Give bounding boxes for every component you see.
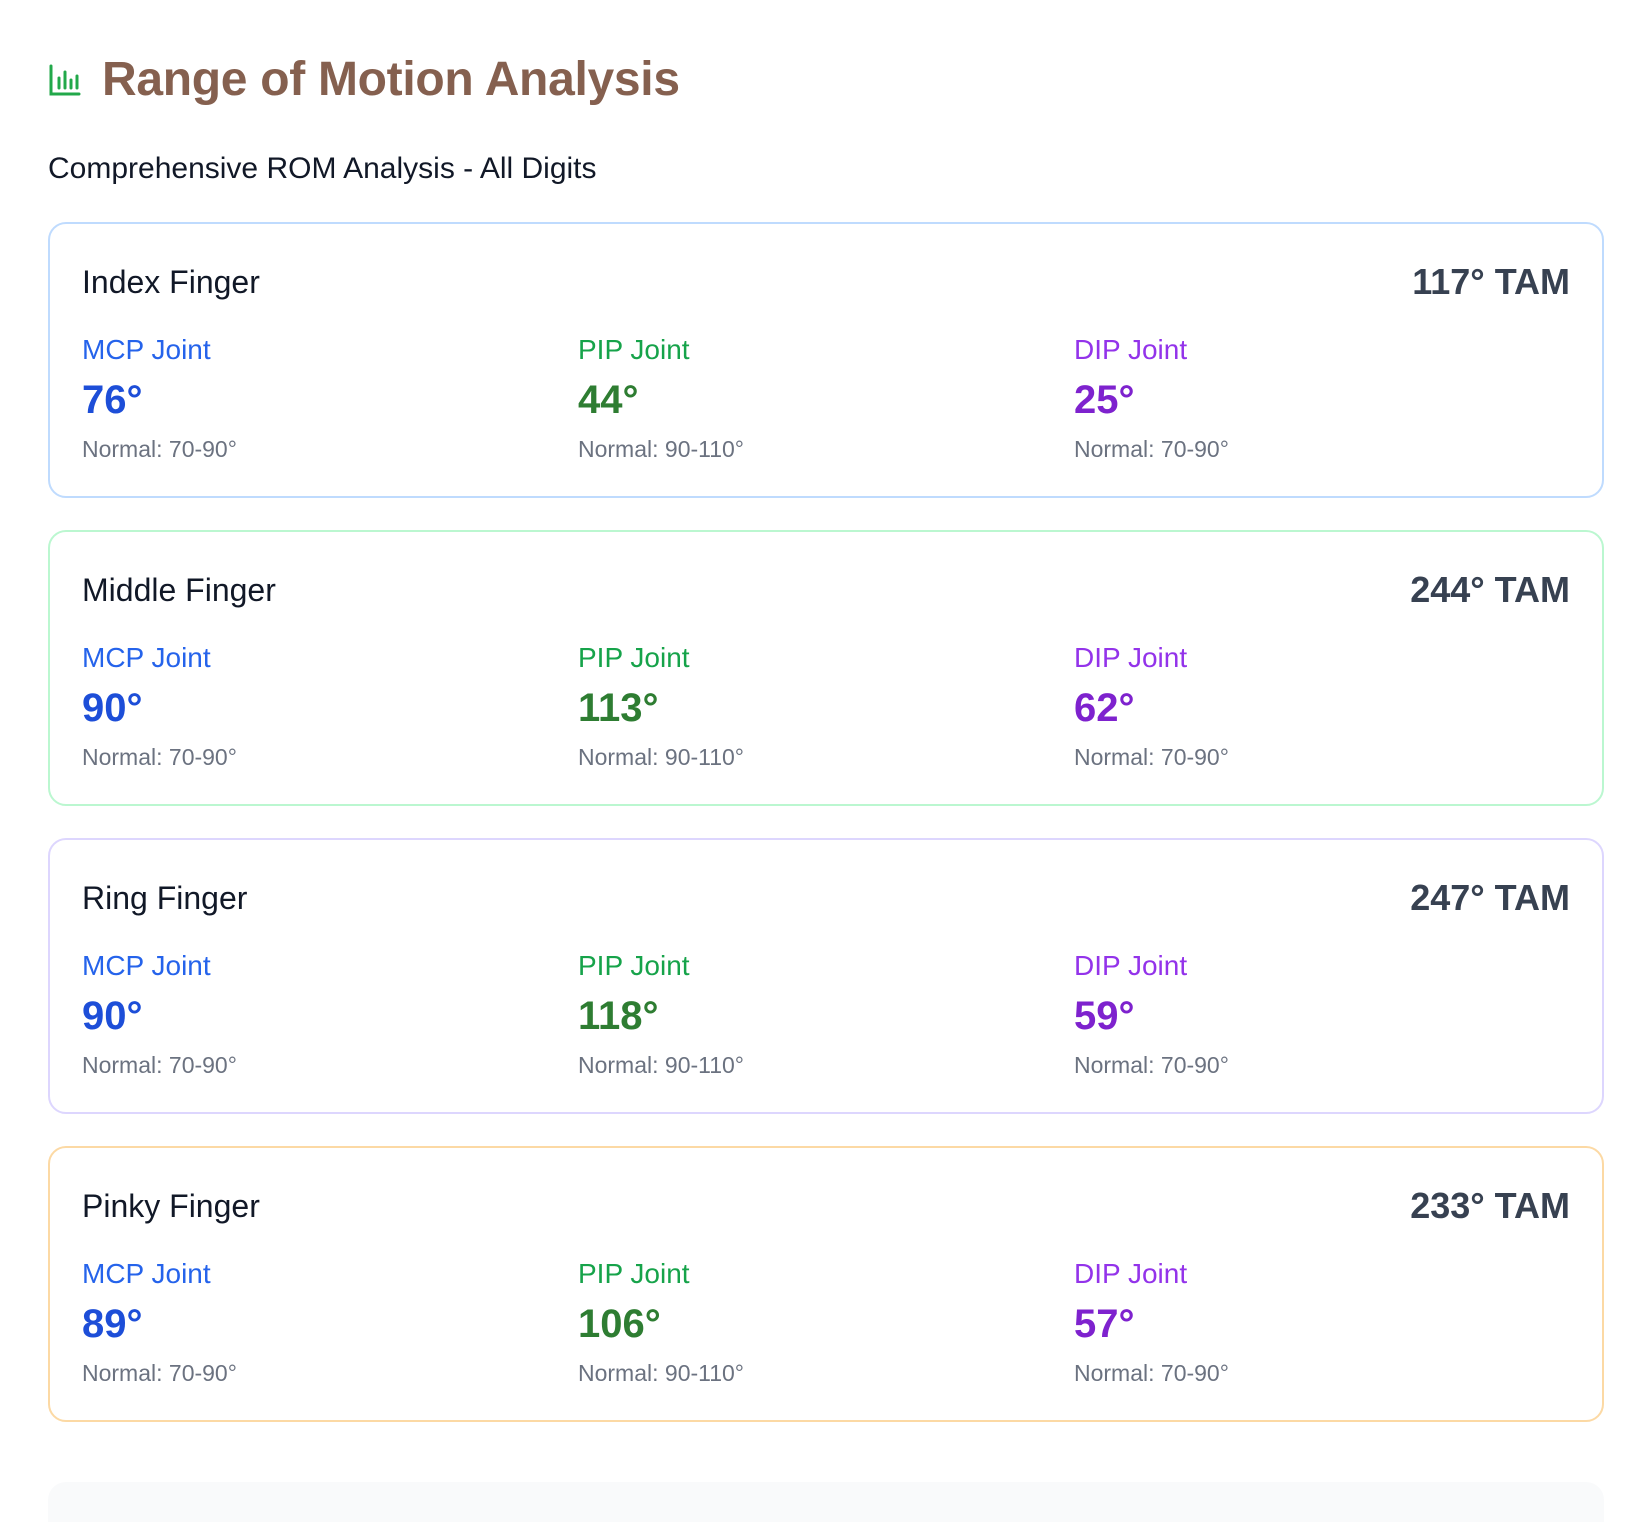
joint-value: 62°	[1074, 686, 1135, 730]
mcp-joint: MCP Joint 90° Normal: 70-90°	[82, 644, 578, 769]
tam-value: 247° TAM	[1410, 877, 1570, 918]
pip-joint: PIP Joint 106° Normal: 90-110°	[578, 1260, 1074, 1385]
joint-label: DIP Joint	[1074, 642, 1188, 673]
joint-row: MCP Joint 90° Normal: 70-90° PIP Joint 1…	[82, 644, 1570, 769]
joint-value: 89°	[82, 1302, 143, 1346]
finger-card-list: Index Finger 117° TAM MCP Joint 76° Norm…	[48, 222, 1604, 1422]
dip-joint: DIP Joint 59° Normal: 70-90°	[1074, 952, 1570, 1077]
pip-joint: PIP Joint 113° Normal: 90-110°	[578, 644, 1074, 769]
pip-joint: PIP Joint 118° Normal: 90-110°	[578, 952, 1074, 1077]
joint-label: PIP Joint	[578, 334, 690, 365]
mcp-joint: MCP Joint 89° Normal: 70-90°	[82, 1260, 578, 1385]
page-title: Range of Motion Analysis	[102, 53, 680, 106]
joint-value: 44°	[578, 378, 639, 422]
rom-analysis-page: Range of Motion Analysis Comprehensive R…	[48, 0, 1604, 1454]
dip-joint: DIP Joint 57° Normal: 70-90°	[1074, 1260, 1570, 1385]
tam-value: 244° TAM	[1410, 569, 1570, 610]
joint-value: 90°	[82, 686, 143, 730]
joint-label: PIP Joint	[578, 950, 690, 981]
section-header: Range of Motion Analysis	[48, 40, 1604, 120]
finger-card-ring: Ring Finger 247° TAM MCP Joint 90° Norma…	[48, 838, 1604, 1114]
joint-row: MCP Joint 76° Normal: 70-90° PIP Joint 4…	[82, 336, 1570, 461]
joint-value: 118°	[578, 994, 659, 1038]
mcp-joint: MCP Joint 90° Normal: 70-90°	[82, 952, 578, 1077]
joint-label: DIP Joint	[1074, 950, 1188, 981]
joint-value: 57°	[1074, 1302, 1135, 1346]
joint-normal-range: Normal: 70-90°	[82, 436, 237, 462]
finger-name: Pinky Finger	[82, 1188, 260, 1224]
pip-joint: PIP Joint 44° Normal: 90-110°	[578, 336, 1074, 461]
joint-label: DIP Joint	[1074, 334, 1188, 365]
joint-normal-range: Normal: 90-110°	[578, 1052, 745, 1078]
joint-label: PIP Joint	[578, 642, 690, 673]
joint-row: MCP Joint 89° Normal: 70-90° PIP Joint 1…	[82, 1260, 1570, 1385]
joint-normal-range: Normal: 90-110°	[578, 1360, 745, 1386]
section-subtitle: Comprehensive ROM Analysis - All Digits	[48, 152, 597, 185]
finger-card-middle: Middle Finger 244° TAM MCP Joint 90° Nor…	[48, 530, 1604, 806]
joint-normal-range: Normal: 90-110°	[578, 744, 745, 770]
joint-normal-range: Normal: 70-90°	[82, 1052, 237, 1078]
finger-name: Middle Finger	[82, 572, 276, 608]
joint-label: MCP Joint	[82, 334, 211, 365]
joint-value: 106°	[578, 1302, 661, 1346]
joint-normal-range: Normal: 70-90°	[82, 1360, 237, 1386]
finger-name: Ring Finger	[82, 880, 248, 916]
tam-value: 117° TAM	[1412, 261, 1570, 302]
joint-label: MCP Joint	[82, 950, 211, 981]
joint-value: 25°	[1074, 378, 1135, 422]
joint-label: DIP Joint	[1074, 1258, 1188, 1289]
dip-joint: DIP Joint 62° Normal: 70-90°	[1074, 644, 1570, 769]
joint-label: PIP Joint	[578, 1258, 690, 1289]
dip-joint: DIP Joint 25° Normal: 70-90°	[1074, 336, 1570, 461]
joint-label: MCP Joint	[82, 1258, 211, 1289]
joint-normal-range: Normal: 90-110°	[578, 436, 745, 462]
joint-normal-range: Normal: 70-90°	[1074, 744, 1229, 770]
finger-name: Index Finger	[82, 264, 260, 300]
joint-label: MCP Joint	[82, 642, 211, 673]
mcp-joint: MCP Joint 76° Normal: 70-90°	[82, 336, 578, 461]
joint-row: MCP Joint 90° Normal: 70-90° PIP Joint 1…	[82, 952, 1570, 1077]
joint-normal-range: Normal: 70-90°	[82, 744, 237, 770]
joint-value: 113°	[578, 686, 659, 730]
finger-card-pinky: Pinky Finger 233° TAM MCP Joint 89° Norm…	[48, 1146, 1604, 1422]
joint-value: 59°	[1074, 994, 1135, 1038]
tam-value: 233° TAM	[1410, 1185, 1570, 1226]
bar-chart-icon	[48, 63, 82, 97]
joint-normal-range: Normal: 70-90°	[1074, 1360, 1229, 1386]
joint-normal-range: Normal: 70-90°	[1074, 436, 1229, 462]
joint-normal-range: Normal: 70-90°	[1074, 1052, 1229, 1078]
next-section-panel	[48, 1482, 1604, 1522]
joint-value: 90°	[82, 994, 143, 1038]
finger-card-index: Index Finger 117° TAM MCP Joint 76° Norm…	[48, 222, 1604, 498]
joint-value: 76°	[82, 378, 143, 422]
